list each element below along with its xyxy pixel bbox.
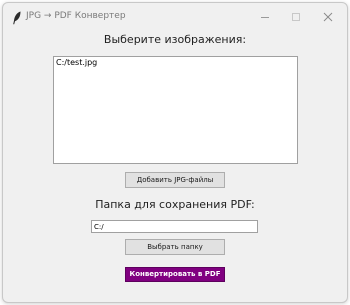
title-bar[interactable]: JPG → PDF Конвертер (3, 3, 347, 31)
feather-icon (12, 10, 22, 25)
add-jpg-files-button[interactable]: Добавить JPG-файлы (125, 172, 225, 188)
maximize-icon[interactable] (289, 9, 303, 23)
choose-folder-button[interactable]: Выбрать папку (125, 239, 225, 255)
file-listbox[interactable]: C:/test.jpg (53, 56, 298, 164)
window-title: JPG → PDF Конвертер (26, 11, 126, 21)
select-images-heading: Выберите изображения: (103, 33, 247, 46)
app-window: JPG → PDF Конвертер Выберите изображения… (2, 2, 348, 303)
convert-to-pdf-button[interactable]: Конвертировать в PDF (125, 267, 225, 282)
output-folder-field[interactable] (91, 220, 258, 233)
minimize-icon[interactable] (258, 9, 272, 23)
list-item[interactable]: C:/test.jpg (56, 58, 295, 68)
close-icon[interactable] (321, 9, 335, 23)
output-folder-heading: Папка для сохранения PDF: (95, 198, 255, 211)
